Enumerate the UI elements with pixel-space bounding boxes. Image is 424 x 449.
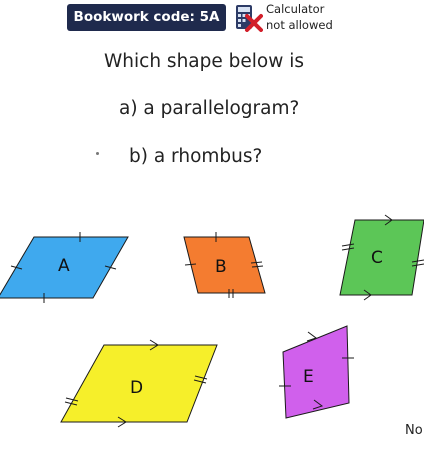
cut-off-text: No — [405, 423, 423, 438]
shape-e-label: E — [303, 367, 314, 387]
shape-c: C — [339, 214, 424, 301]
shape-d: D — [60, 339, 218, 428]
shapes-diagram: A B C D E — [0, 214, 424, 428]
shape-d-label: D — [130, 378, 143, 398]
shape-b-label: B — [215, 257, 227, 277]
shape-e-fill — [282, 325, 350, 419]
shape-b: B — [183, 232, 266, 298]
shape-a: A — [0, 232, 129, 303]
shape-e: E — [279, 325, 354, 419]
shape-a-label: A — [58, 256, 70, 276]
shape-c-label: C — [371, 248, 383, 268]
